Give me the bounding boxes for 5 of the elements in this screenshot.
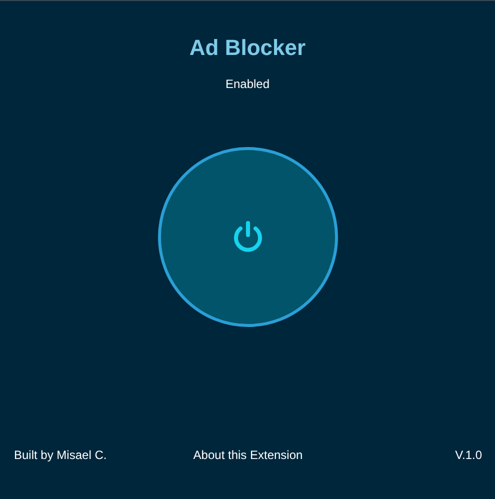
status-text: Enabled xyxy=(225,77,270,91)
about-link[interactable]: About this Extension xyxy=(193,448,303,462)
version-label: V.1.0 xyxy=(455,448,482,462)
author-credit: Built by Misael C. xyxy=(14,448,107,462)
app-title: Ad Blocker xyxy=(189,36,306,60)
